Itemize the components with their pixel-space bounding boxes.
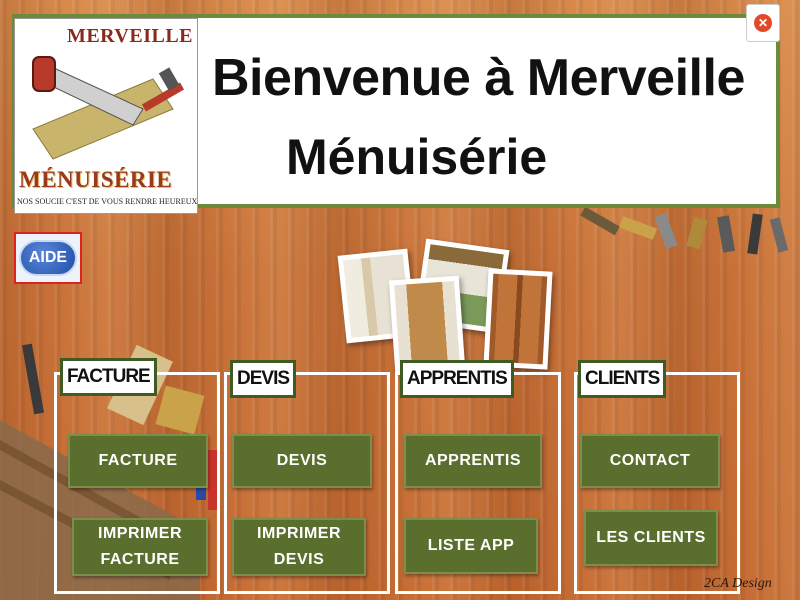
close-icon: ✕ bbox=[754, 14, 772, 32]
tab-apprentis: APPRENTIS bbox=[400, 360, 514, 398]
photo-door-glass bbox=[388, 275, 466, 373]
les-clients-button[interactable]: LES CLIENTS bbox=[584, 510, 718, 566]
aide-button[interactable]: AIDE bbox=[14, 232, 82, 284]
welcome-title: Bienvenue à Merveille bbox=[212, 49, 745, 107]
close-button[interactable]: ✕ bbox=[746, 4, 780, 42]
tab-facture: FACTURE bbox=[60, 358, 157, 396]
tools-decoration-icon bbox=[580, 208, 789, 255]
contact-button[interactable]: CONTACT bbox=[580, 434, 720, 488]
designer-signature: 2CA Design bbox=[704, 576, 772, 591]
company-logo: MERVEILLE MÉNUISÉRIE NOS SOUCIE C'EST DE… bbox=[14, 18, 198, 214]
logo-bottom-text: MÉNUISÉRIE bbox=[19, 167, 173, 192]
liste-app-button[interactable]: LISTE APP bbox=[404, 518, 538, 574]
photo-door-wood bbox=[483, 268, 553, 370]
logo-slogan: NOS SOUCIE C'EST DE VOUS RENDRE HEUREUX bbox=[17, 197, 198, 206]
devis-button[interactable]: DEVIS bbox=[232, 434, 372, 488]
facture-button[interactable]: FACTURE bbox=[68, 434, 208, 488]
tab-devis: DEVIS bbox=[230, 360, 297, 398]
tab-clients: CLIENTS bbox=[578, 360, 667, 398]
saw-hammer-plank-icon bbox=[32, 56, 185, 160]
aide-label: AIDE bbox=[19, 240, 77, 276]
apprentis-button[interactable]: APPRENTIS bbox=[404, 434, 542, 488]
imprimer-facture-button[interactable]: IMPRIMER FACTURE bbox=[72, 518, 208, 576]
welcome-subtitle: Ménuisérie bbox=[286, 129, 548, 185]
app-window: Bienvenue à Merveille Ménuisérie MERVEIL… bbox=[0, 0, 800, 600]
imprimer-devis-button[interactable]: IMPRIMER DEVIS bbox=[232, 518, 366, 576]
logo-top-text: MERVEILLE bbox=[66, 25, 193, 47]
